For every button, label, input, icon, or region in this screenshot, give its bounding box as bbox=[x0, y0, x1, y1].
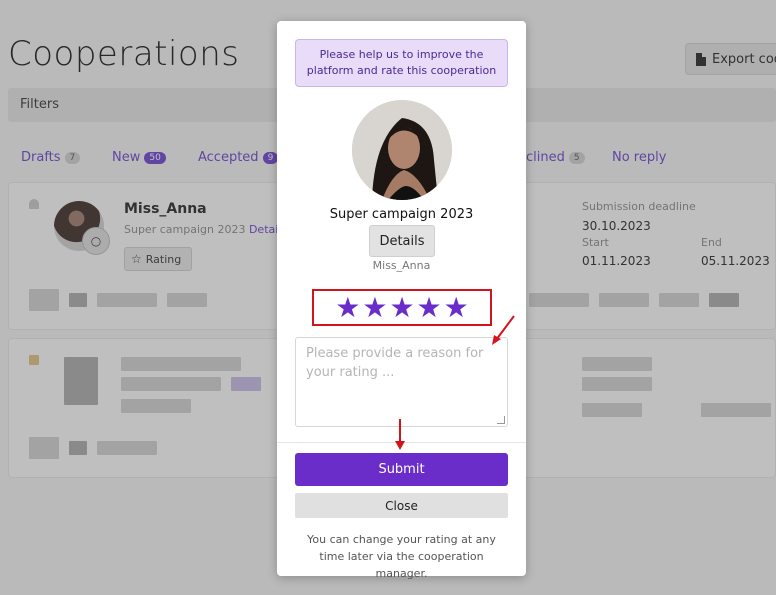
star-rating[interactable]: ★ ★ ★ ★ ★ bbox=[312, 289, 492, 326]
star-2-icon[interactable]: ★ bbox=[362, 293, 387, 322]
details-button[interactable]: Details bbox=[369, 225, 435, 257]
submit-button[interactable]: Submit bbox=[295, 453, 508, 486]
close-button[interactable]: Close bbox=[295, 493, 508, 518]
annotation-arrow-icon bbox=[395, 419, 405, 450]
modal-influencer-name: Miss_Anna bbox=[372, 259, 431, 272]
star-3-icon[interactable]: ★ bbox=[389, 293, 414, 322]
star-4-icon[interactable]: ★ bbox=[417, 293, 442, 322]
star-1-icon[interactable]: ★ bbox=[335, 293, 360, 322]
star-5-icon[interactable]: ★ bbox=[444, 293, 469, 322]
resize-handle-icon[interactable] bbox=[497, 416, 505, 424]
rating-footer-note: You can change your rating at any time l… bbox=[307, 533, 496, 580]
annotation-arrow-icon bbox=[492, 315, 515, 345]
reason-placeholder: Please provide a reason for your rating … bbox=[306, 346, 484, 380]
modal-campaign-name: Super campaign 2023 bbox=[329, 207, 474, 222]
reason-textarea[interactable]: Please provide a reason for your rating … bbox=[295, 337, 508, 427]
rating-notice: Please help us to improve the platform a… bbox=[295, 39, 508, 87]
influencer-photo bbox=[352, 100, 452, 200]
rating-modal: Please help us to improve the platform a… bbox=[277, 21, 526, 580]
